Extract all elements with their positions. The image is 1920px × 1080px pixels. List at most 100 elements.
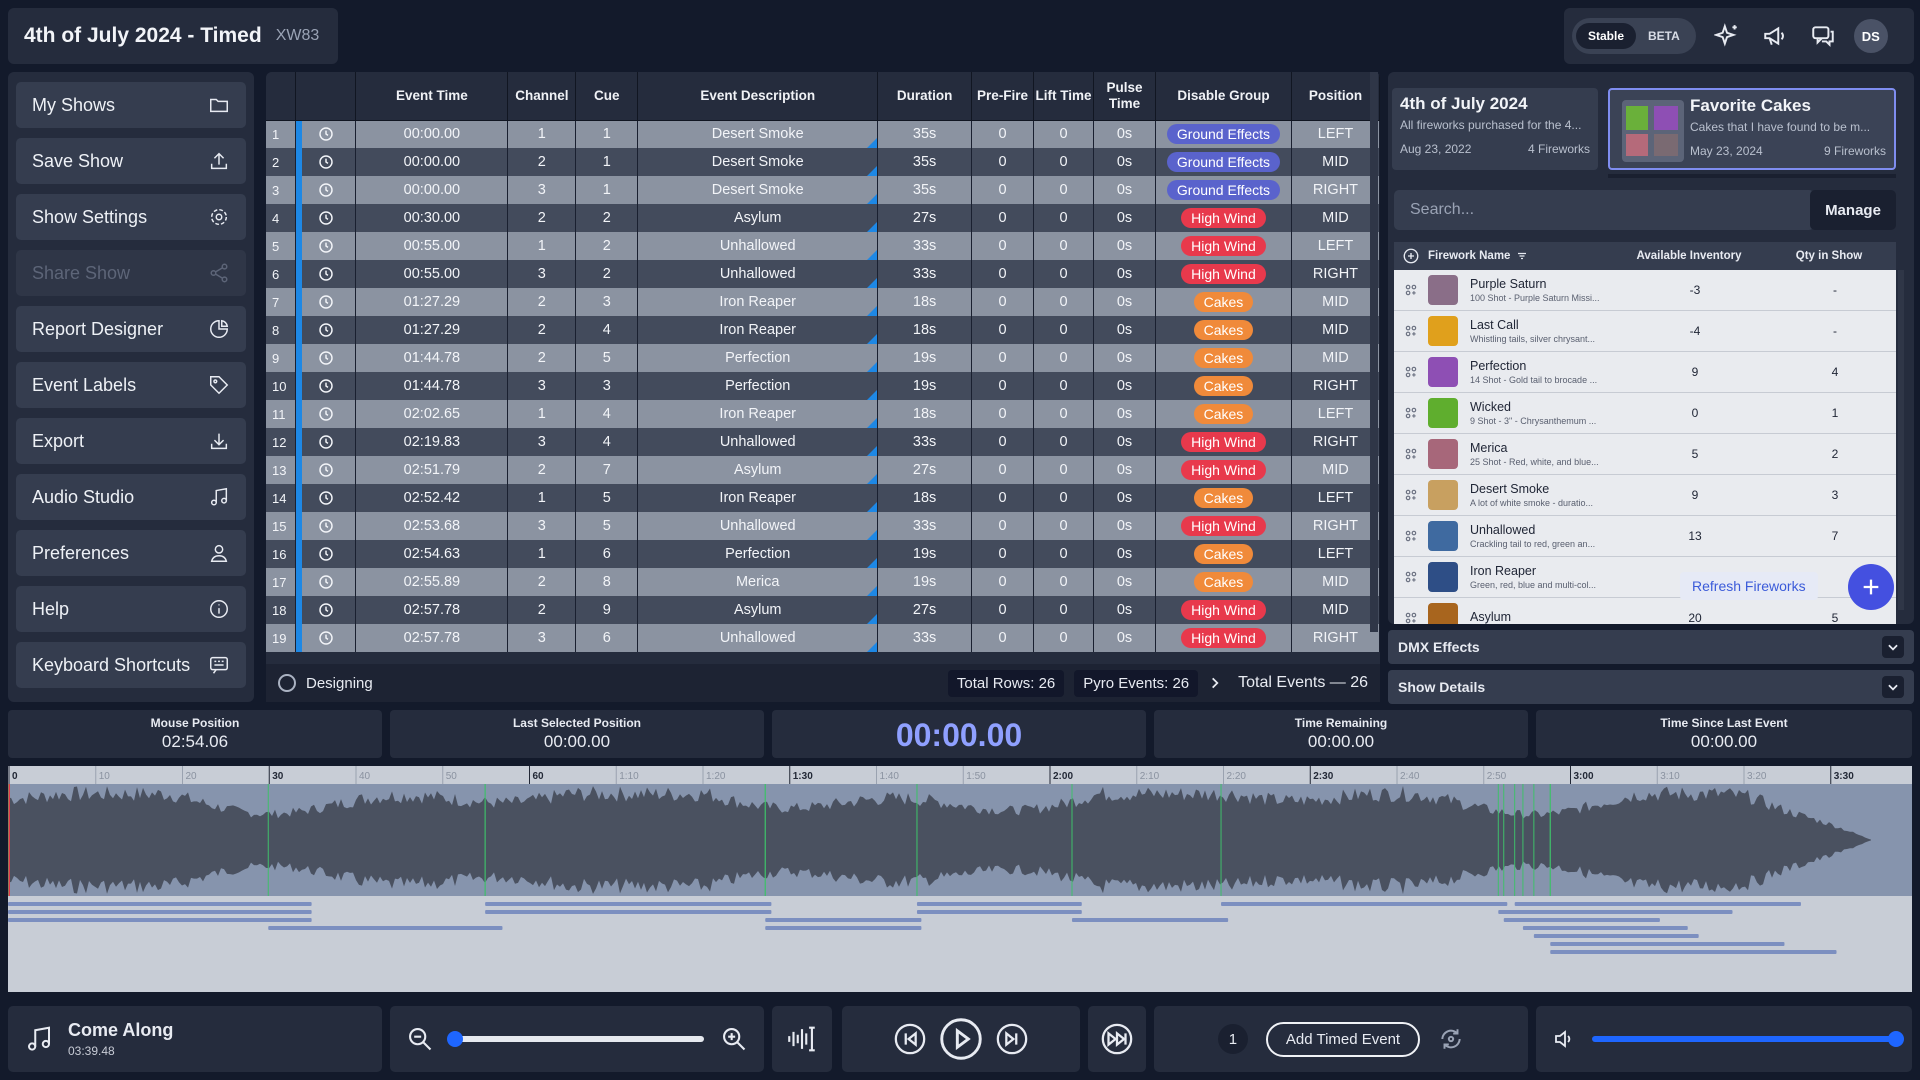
event-description-cell[interactable]: Iron Reaper xyxy=(637,400,879,428)
volume-slider-knob[interactable] xyxy=(1887,1031,1904,1047)
drag-handle[interactable] xyxy=(1394,488,1428,502)
lift-time-cell[interactable]: 0 xyxy=(1033,316,1095,344)
position-cell[interactable]: RIGHT xyxy=(1291,624,1380,652)
disable-group-cell[interactable]: High Wind xyxy=(1155,512,1292,540)
event-description-cell[interactable]: Desert Smoke xyxy=(637,148,879,176)
channel-cell[interactable]: 3 xyxy=(507,512,577,540)
timed-event-cell[interactable] xyxy=(295,456,357,484)
disable-group-cell[interactable]: Cakes xyxy=(1155,400,1292,428)
channel-cell[interactable]: 2 xyxy=(507,568,577,596)
duration-cell[interactable]: 18s xyxy=(877,484,973,512)
column-header[interactable]: Duration xyxy=(877,72,973,121)
timed-event-cell[interactable] xyxy=(295,512,357,540)
add-firework-button[interactable] xyxy=(1848,564,1894,610)
disable-group-cell[interactable]: Cakes xyxy=(1155,568,1292,596)
lift-time-cell[interactable]: 0 xyxy=(1033,456,1095,484)
column-header[interactable]: Pulse Time xyxy=(1093,72,1156,121)
column-header[interactable]: Position xyxy=(1291,72,1380,121)
duration-cell[interactable]: 33s xyxy=(877,260,973,288)
channel-cell[interactable]: 1 xyxy=(507,540,577,568)
event-description-cell[interactable]: Unhallowed xyxy=(637,624,879,652)
lift-time-cell[interactable]: 0 xyxy=(1033,484,1095,512)
duration-cell[interactable]: 27s xyxy=(877,596,973,624)
firework-row[interactable]: Iron Reaper Green, red, blue and multi-co… xyxy=(1394,557,1896,598)
pulse-time-cell[interactable]: 0s xyxy=(1093,120,1156,148)
preferences-button[interactable]: Preferences xyxy=(16,530,246,576)
duration-cell[interactable]: 33s xyxy=(877,232,973,260)
firework-row[interactable]: Unhallowed Crackling tail to red, green a… xyxy=(1394,516,1896,557)
cue-cell[interactable]: 4 xyxy=(575,428,639,456)
duration-cell[interactable]: 18s xyxy=(877,400,973,428)
firework-row[interactable]: Last Call Whistling tails, silver chrysan… xyxy=(1394,311,1896,352)
table-row[interactable]: 14 02:52.42 1 5 Iron Reaper 18s 0 0 0s Cakes LEFT xyxy=(266,484,1380,512)
cue-cell[interactable]: 1 xyxy=(575,176,639,204)
pre-fire-cell[interactable]: 0 xyxy=(971,288,1035,316)
manage-button[interactable]: Manage xyxy=(1810,190,1896,230)
pulse-time-cell[interactable]: 0s xyxy=(1093,204,1156,232)
timed-event-cell[interactable] xyxy=(295,540,357,568)
channel-cell[interactable]: 2 xyxy=(507,596,577,624)
cue-cell[interactable]: 9 xyxy=(575,596,639,624)
disable-group-cell[interactable]: Cakes xyxy=(1155,540,1292,568)
timed-event-cell[interactable] xyxy=(295,428,357,456)
cue-cell[interactable]: 7 xyxy=(575,456,639,484)
event-time-cell[interactable]: 02:02.65 xyxy=(355,400,509,428)
chevron-right-icon[interactable] xyxy=(1208,676,1222,690)
timed-event-cell[interactable] xyxy=(295,232,357,260)
table-row[interactable]: 9 01:44.78 2 5 Perfection 19s 0 0 0s Cakes MID xyxy=(266,344,1380,372)
volume-icon[interactable] xyxy=(1552,1027,1576,1051)
sync-icon[interactable] xyxy=(1438,1026,1464,1052)
event-time-cell[interactable]: 02:52.42 xyxy=(355,484,509,512)
table-row[interactable]: 7 01:27.29 2 3 Iron Reaper 18s 0 0 0s Cakes MID xyxy=(266,288,1380,316)
help-button[interactable]: Help xyxy=(16,586,246,632)
pulse-time-cell[interactable]: 0s xyxy=(1093,176,1156,204)
position-cell[interactable]: MID xyxy=(1291,204,1380,232)
megaphone-icon[interactable] xyxy=(1758,19,1792,53)
pulse-time-cell[interactable]: 0s xyxy=(1093,484,1156,512)
timed-event-cell[interactable] xyxy=(295,316,357,344)
event-description-cell[interactable]: Asylum xyxy=(637,456,879,484)
pulse-time-cell[interactable]: 0s xyxy=(1093,596,1156,624)
carousel-scrollbar[interactable] xyxy=(1608,174,1896,178)
show-details-accordion[interactable]: Show Details xyxy=(1388,670,1914,704)
position-cell[interactable]: RIGHT xyxy=(1291,260,1380,288)
pulse-time-cell[interactable]: 0s xyxy=(1093,232,1156,260)
pulse-time-cell[interactable]: 0s xyxy=(1093,344,1156,372)
column-qty-in-show[interactable]: Qty in Show xyxy=(1774,250,1884,262)
event-time-cell[interactable]: 01:44.78 xyxy=(355,344,509,372)
pre-fire-cell[interactable]: 0 xyxy=(971,316,1035,344)
firework-list-scrollbar[interactable] xyxy=(1898,270,1904,610)
event-time-cell[interactable]: 02:54.63 xyxy=(355,540,509,568)
pre-fire-cell[interactable]: 0 xyxy=(971,400,1035,428)
table-row[interactable]: 3 00:00.00 3 1 Desert Smoke 35s 0 0 0s Ground Eff… xyxy=(266,176,1380,204)
zoom-out-icon[interactable] xyxy=(406,1025,434,1053)
event-time-cell[interactable]: 00:00.00 xyxy=(355,176,509,204)
disable-group-cell[interactable]: Cakes xyxy=(1155,288,1292,316)
cue-cell[interactable]: 5 xyxy=(575,512,639,540)
timed-event-cell[interactable] xyxy=(295,372,357,400)
drag-handle[interactable] xyxy=(1394,611,1428,624)
channel-cell[interactable]: 2 xyxy=(507,344,577,372)
event-description-cell[interactable]: Unhallowed xyxy=(637,428,879,456)
duration-cell[interactable]: 35s xyxy=(877,148,973,176)
cue-cell[interactable]: 3 xyxy=(575,288,639,316)
event-time-cell[interactable]: 00:30.00 xyxy=(355,204,509,232)
pulse-time-cell[interactable]: 0s xyxy=(1093,148,1156,176)
lift-time-cell[interactable]: 0 xyxy=(1033,260,1095,288)
zoom-slider[interactable] xyxy=(447,1031,704,1047)
disable-group-cell[interactable]: High Wind xyxy=(1155,260,1292,288)
firework-row[interactable]: Desert Smoke A lot of white smoke - durat… xyxy=(1394,475,1896,516)
cue-cell[interactable]: 2 xyxy=(575,204,639,232)
channel-cell[interactable]: 2 xyxy=(507,204,577,232)
event-description-cell[interactable]: Unhallowed xyxy=(637,232,879,260)
column-header[interactable]: Cue xyxy=(575,72,639,121)
position-cell[interactable]: MID xyxy=(1291,288,1380,316)
event-description-cell[interactable]: Asylum xyxy=(637,596,879,624)
disable-group-cell[interactable]: Cakes xyxy=(1155,316,1292,344)
pre-fire-cell[interactable]: 0 xyxy=(971,344,1035,372)
zoom-in-icon[interactable] xyxy=(720,1025,748,1053)
pulse-time-cell[interactable]: 0s xyxy=(1093,540,1156,568)
event-time-cell[interactable]: 02:55.89 xyxy=(355,568,509,596)
waveform-scale-button[interactable] xyxy=(772,1006,832,1072)
cue-cell[interactable]: 3 xyxy=(575,372,639,400)
